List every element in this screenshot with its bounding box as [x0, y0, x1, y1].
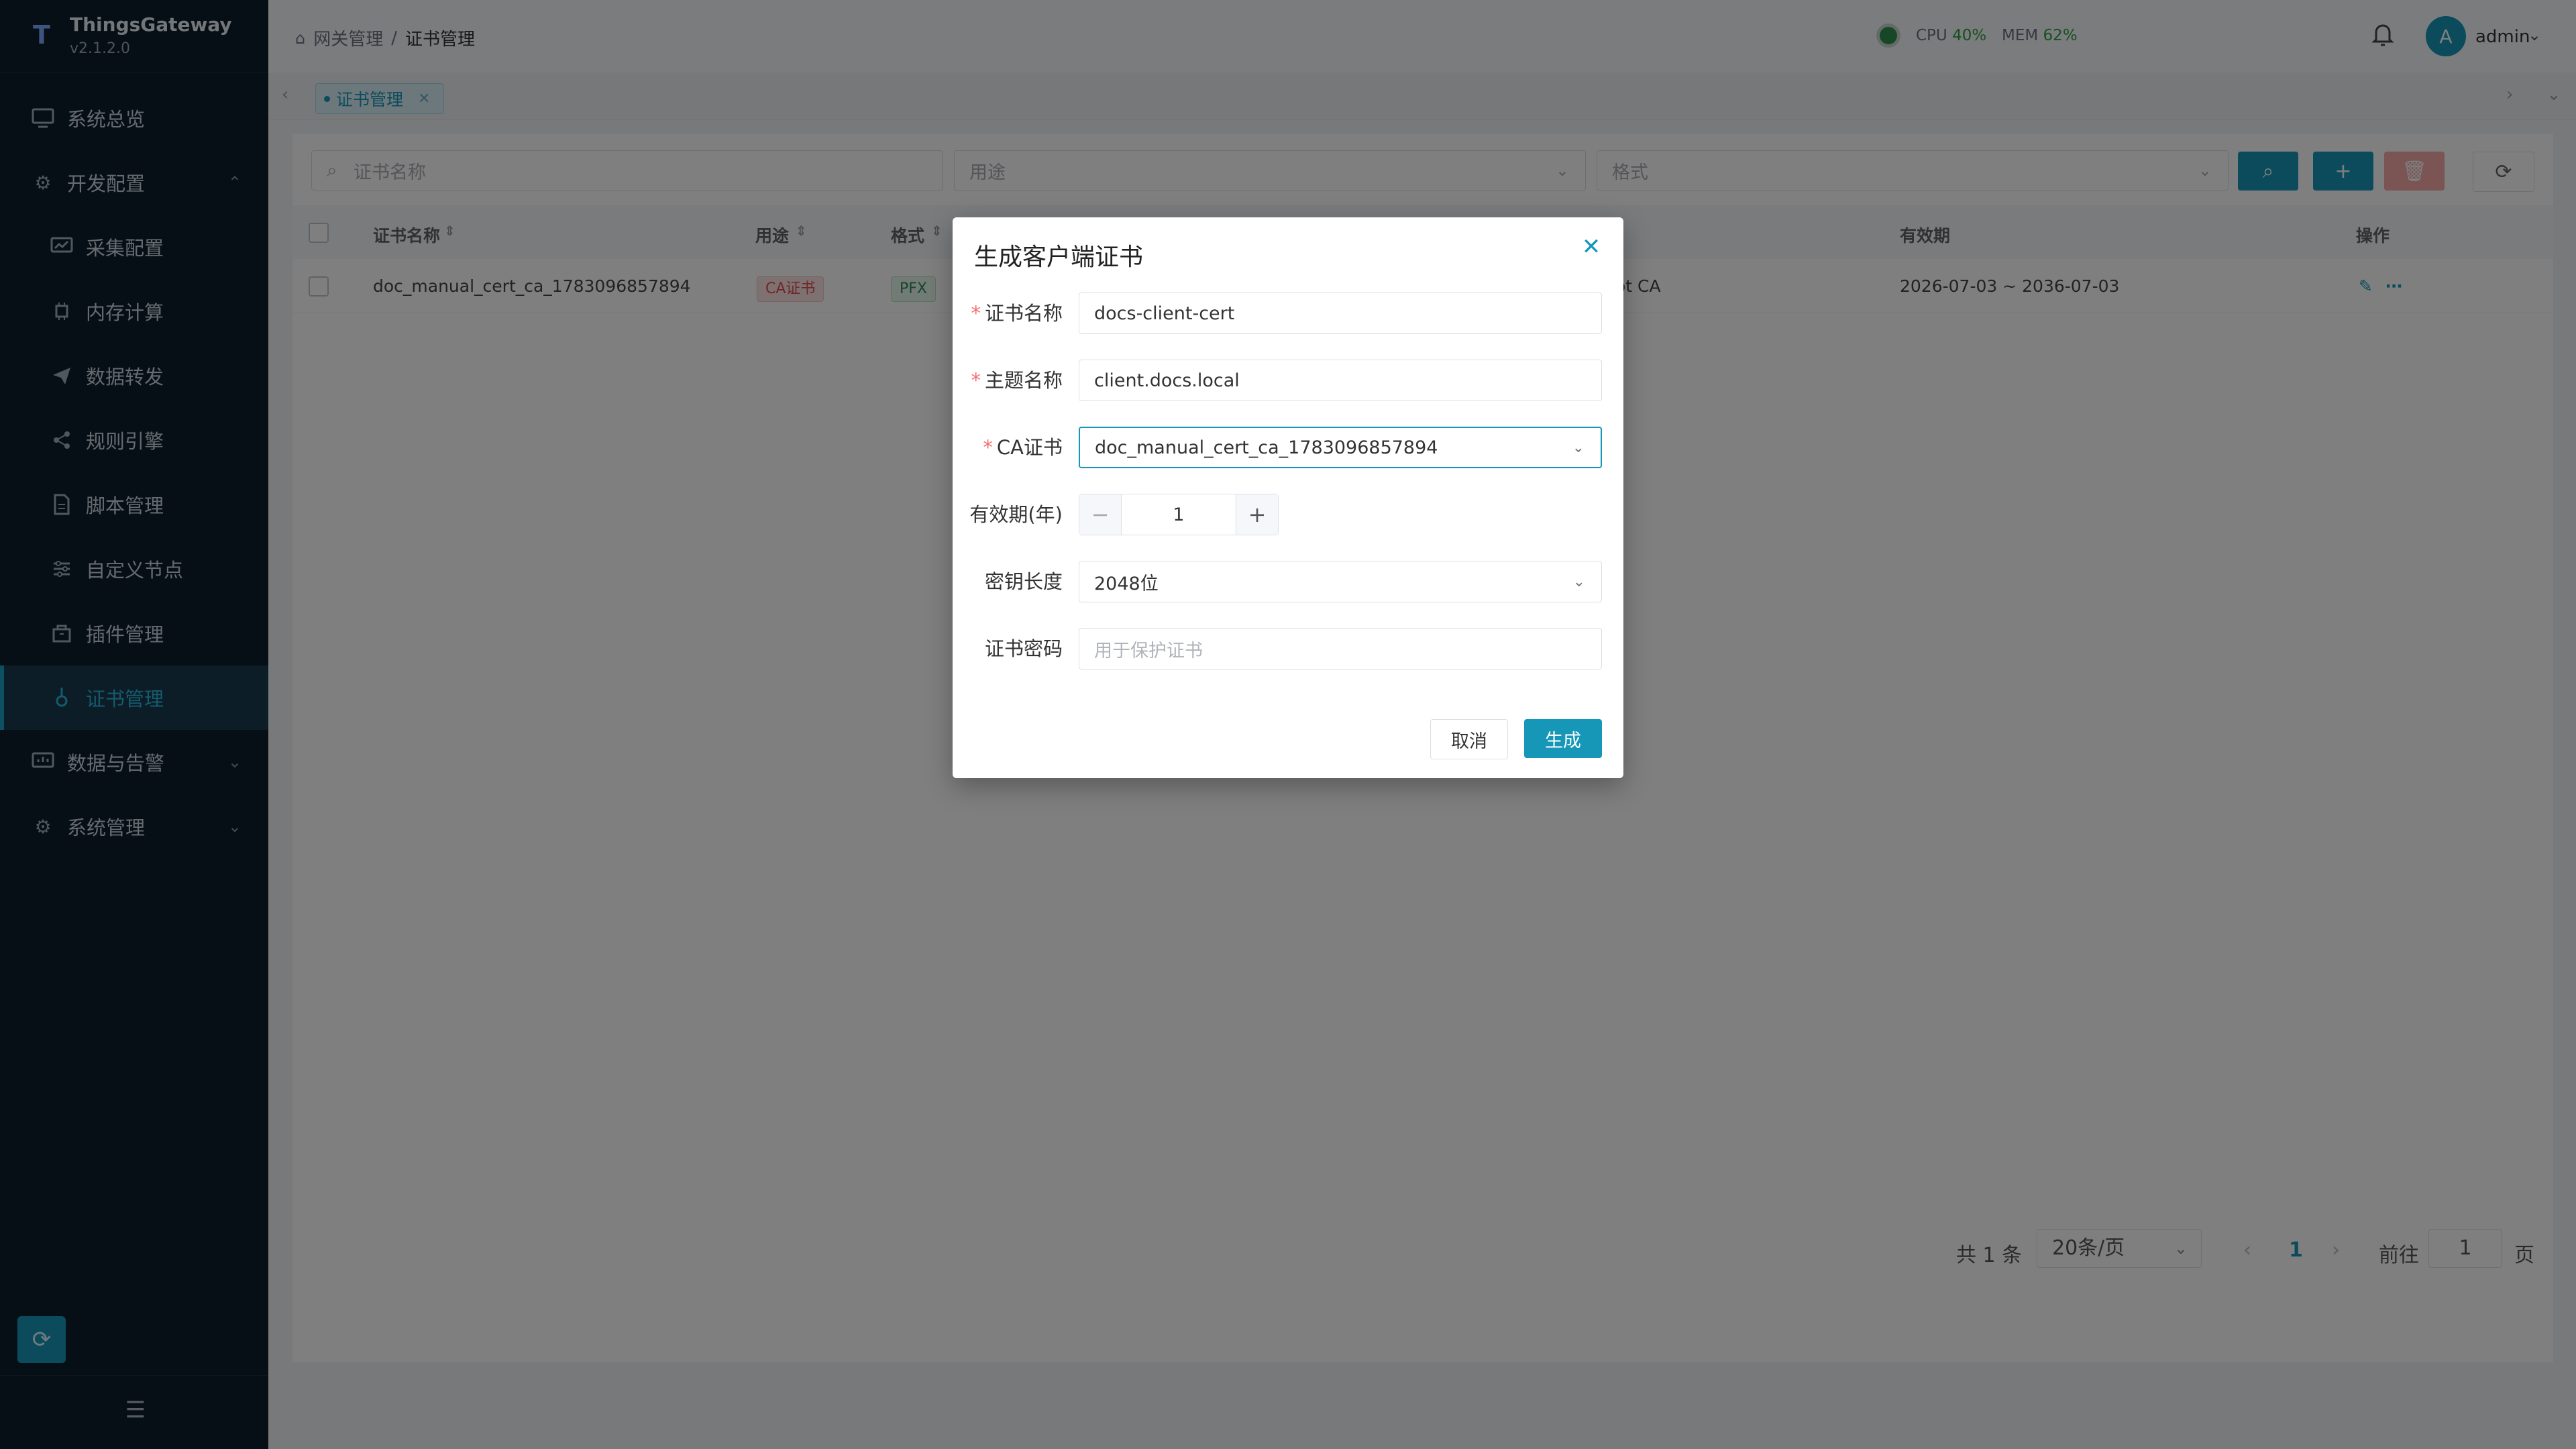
- key-length-value: 2048位: [1094, 573, 1159, 594]
- validity-value[interactable]: 1: [1121, 494, 1236, 535]
- password-label: 证书密码: [984, 637, 1063, 660]
- close-icon[interactable]: ✕: [1578, 233, 1605, 260]
- required-mark: *: [983, 436, 993, 459]
- generate-client-cert-dialog: 生成客户端证书 ✕ * 证书名称 docs-client-cert * 主题名称 c…: [953, 217, 1623, 778]
- ca-cert-label: * CA证书: [953, 432, 1063, 460]
- key-length-label: 密钥长度: [984, 570, 1063, 593]
- generate-button[interactable]: 生成: [1524, 719, 1602, 758]
- password-placeholder: 用于保护证书: [1094, 640, 1203, 661]
- subject-label: * 主题名称: [953, 365, 1063, 393]
- cert-name-label: * 证书名称: [953, 298, 1063, 326]
- dialog-title: 生成客户端证书: [974, 244, 1144, 271]
- ca-cert-label-text: CA证书: [996, 436, 1063, 459]
- subject-value: client.docs.local: [1094, 370, 1240, 391]
- subject-label-text: 主题名称: [984, 369, 1063, 392]
- ca-cert-value: doc_manual_cert_ca_1783096857894: [1095, 437, 1438, 458]
- cancel-button[interactable]: 取消: [1430, 719, 1508, 759]
- plus-button[interactable]: +: [1236, 494, 1278, 535]
- minus-button[interactable]: −: [1079, 494, 1122, 535]
- validity-label: 有效期(年): [969, 503, 1063, 526]
- cert-name-input[interactable]: docs-client-cert: [1079, 292, 1602, 334]
- required-mark: *: [971, 369, 981, 392]
- cert-name-label-text: 证书名称: [984, 302, 1063, 325]
- key-length-select[interactable]: 2048位 ⌄: [1079, 561, 1602, 602]
- ca-cert-select[interactable]: doc_manual_cert_ca_1783096857894 ⌄: [1079, 427, 1602, 468]
- required-mark: *: [971, 302, 981, 325]
- subject-input[interactable]: client.docs.local: [1079, 360, 1602, 401]
- cert-name-value: docs-client-cert: [1094, 303, 1235, 324]
- chevron-down-icon: ⌄: [1572, 439, 1585, 456]
- chevron-down-icon: ⌄: [1572, 573, 1585, 590]
- validity-stepper[interactable]: − 1 +: [1079, 494, 1279, 535]
- cert-password-input[interactable]: 用于保护证书: [1079, 628, 1602, 669]
